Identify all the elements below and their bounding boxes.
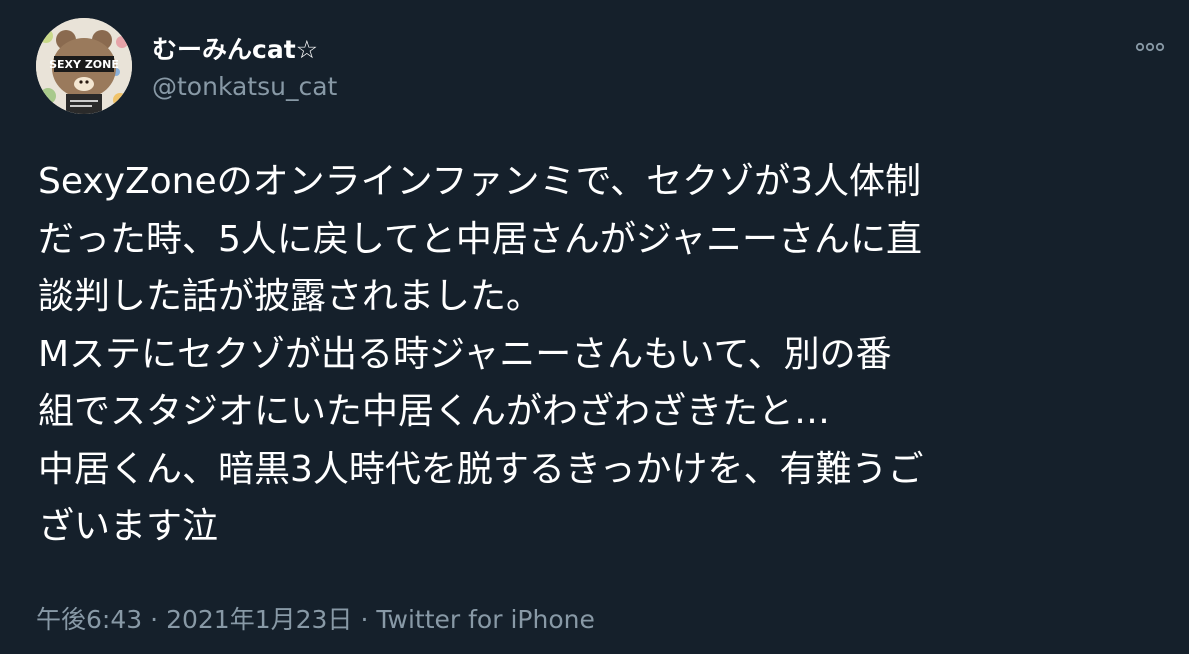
tweet-date[interactable]: 2021年1月23日 <box>166 605 352 634</box>
tweet-text: SexyZoneのオンラインファンミで、セクゾが3人体制 だった時、5人に戻して… <box>38 153 1163 556</box>
tweet-meta: 午後6:43 · 2021年1月23日 · Twitter for iPhone <box>36 600 595 636</box>
more-dots-icon <box>1135 42 1165 52</box>
tweet-text-line: ざいます泣 <box>38 506 219 547</box>
tweet-text-line: 組でスタジオにいた中居くんがわざわざきたと… <box>38 391 831 432</box>
avatar-logo-text: SEXY ZONE <box>49 58 119 71</box>
tweet: SEXY ZONE むーみんcat☆ @tonkatsu_cat SexyZon… <box>0 0 1189 654</box>
tweet-text-line: 談判した話が披露されました。 <box>38 276 543 317</box>
display-name[interactable]: むーみんcat☆ <box>152 30 318 66</box>
user-handle[interactable]: @tonkatsu_cat <box>152 72 337 101</box>
tweet-time[interactable]: 午後6:43 <box>36 605 142 634</box>
more-options-button[interactable] <box>1130 30 1170 64</box>
meta-separator: · <box>360 605 369 634</box>
meta-separator: · <box>150 605 159 634</box>
avatar[interactable]: SEXY ZONE <box>36 18 132 114</box>
tweet-text-line: だった時、5人に戻してと中居さんがジャニーさんに直 <box>38 218 923 260</box>
tweet-source[interactable]: Twitter for iPhone <box>376 605 594 634</box>
tweet-text-line: 中居くん、暗黒3人時代を脱するきっかけを、有難うご <box>38 448 924 490</box>
cat-avatar-icon: SEXY ZONE <box>36 18 132 114</box>
tweet-text-line: Mステにセクゾが出る時ジャニーさんもいて、別の番 <box>38 333 892 375</box>
tweet-text-line: SexyZoneのオンラインファンミで、セクゾが3人体制 <box>38 161 922 202</box>
